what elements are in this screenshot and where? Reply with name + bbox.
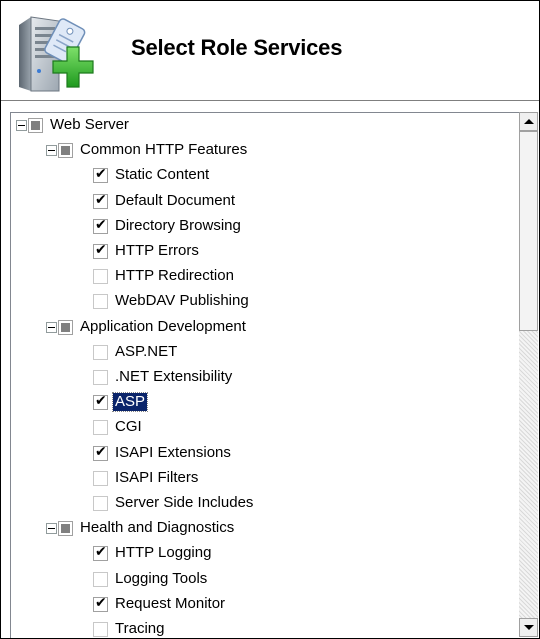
page-title: Select Role Services	[131, 35, 343, 60]
role-service-checkbox[interactable]	[93, 622, 108, 637]
tree-item-row[interactable]: Static Content	[11, 163, 516, 188]
tree-item-label: Tracing	[115, 620, 165, 637]
role-service-checkbox[interactable]	[58, 521, 73, 537]
tree-item-label: WebDAV Publishing	[115, 292, 249, 310]
tree-item-row[interactable]: HTTP Errors	[11, 239, 516, 264]
tree-item-label: Directory Browsing	[115, 216, 241, 234]
scroll-down-button[interactable]	[519, 618, 538, 637]
role-service-checkbox[interactable]	[58, 319, 73, 335]
role-service-checkbox[interactable]	[93, 242, 108, 259]
role-service-checkbox[interactable]	[93, 420, 108, 436]
tree-item-label: Logging Tools	[115, 569, 208, 587]
tree-item-label: HTTP Logging	[115, 544, 212, 562]
tree-item-label: Application Development	[80, 317, 246, 335]
tree-item-row[interactable]: ASP.NET	[11, 340, 516, 365]
tree-item-row[interactable]: Directory Browsing	[11, 214, 516, 239]
scroll-thumb[interactable]	[519, 131, 538, 331]
role-service-checkbox[interactable]	[93, 470, 108, 486]
tree-group-row[interactable]: Health and Diagnostics	[11, 516, 516, 541]
role-service-checkbox[interactable]	[93, 370, 108, 385]
tree-item-label: Web Server	[50, 116, 129, 133]
server-add-icon	[15, 11, 105, 95]
tree-item-row[interactable]: Request Monitor	[11, 592, 516, 617]
tree-item-label: Common HTTP Features	[80, 141, 248, 159]
role-service-checkbox[interactable]	[93, 496, 108, 511]
role-service-checkbox[interactable]	[93, 544, 108, 562]
role-service-checkbox[interactable]	[93, 192, 108, 209]
scroll-up-button[interactable]	[519, 112, 538, 131]
role-service-checkbox[interactable]	[93, 344, 108, 360]
tree-item-row[interactable]: WebDAV Publishing	[11, 289, 516, 314]
arrow-up-icon	[523, 119, 534, 124]
tree-item-row[interactable]: ASP	[11, 390, 516, 415]
tree-item-label: ASP	[111, 392, 149, 413]
role-service-checkbox[interactable]	[58, 143, 73, 159]
role-service-checkbox[interactable]	[93, 393, 108, 411]
tree-item-label: .NET Extensibility	[115, 368, 233, 385]
tree-item-label: HTTP Errors	[115, 242, 199, 259]
tree-item-row[interactable]: Logging Tools	[11, 567, 516, 592]
tree-group-row[interactable]: Common HTTP Features	[11, 138, 516, 163]
tree-item-label: ISAPI Extensions	[115, 443, 231, 461]
tree-item-row[interactable]: .NET Extensibility	[11, 365, 516, 390]
arrow-down-icon	[523, 625, 534, 630]
collapse-toggle-icon[interactable]	[16, 120, 27, 131]
tree-item-row[interactable]: ISAPI Filters	[11, 466, 516, 491]
collapse-toggle-icon[interactable]	[46, 145, 57, 157]
tree-group-row[interactable]: Web Server	[11, 113, 516, 138]
role-service-checkbox[interactable]	[93, 217, 108, 234]
tree-group-row[interactable]: Application Development	[11, 315, 516, 340]
tree-item-label: ISAPI Filters	[115, 468, 199, 486]
role-service-checkbox[interactable]	[28, 118, 43, 133]
tree-item-label: CGI	[115, 418, 142, 436]
tree-item-label: Static Content	[115, 166, 210, 184]
tree-item-label: ASP.NET	[115, 342, 178, 360]
tree-scrollbar[interactable]	[519, 112, 538, 637]
collapse-toggle-icon[interactable]	[46, 523, 57, 535]
role-service-checkbox[interactable]	[93, 571, 108, 587]
tree-item-label: Request Monitor	[115, 594, 226, 612]
tree-item-row[interactable]: Server Side Includes	[11, 491, 516, 516]
tree-item-row[interactable]: Default Document	[11, 189, 516, 214]
role-service-checkbox[interactable]	[93, 269, 108, 285]
tree-item-row[interactable]: HTTP Redirection	[11, 264, 516, 289]
role-services-tree[interactable]: Web Server Common HTTP Features Static Con…	[10, 112, 520, 638]
header-divider	[1, 100, 539, 101]
collapse-toggle-icon[interactable]	[46, 321, 57, 333]
tree-item-row[interactable]: CGI	[11, 415, 516, 440]
tree-item-row[interactable]: Tracing	[11, 617, 516, 638]
header: Select Role Services	[1, 1, 539, 100]
tree-item-label: HTTP Redirection	[115, 267, 234, 285]
tree-item-label: Default Document	[115, 191, 236, 209]
tree-item-label: Server Side Includes	[115, 494, 254, 511]
role-service-checkbox[interactable]	[93, 444, 108, 461]
tree-item-label: Health and Diagnostics	[80, 519, 235, 537]
tree-item-row[interactable]: ISAPI Extensions	[11, 441, 516, 466]
tree-item-row[interactable]: HTTP Logging	[11, 541, 516, 566]
role-service-checkbox[interactable]	[93, 294, 108, 310]
role-service-checkbox[interactable]	[93, 595, 108, 612]
role-service-checkbox[interactable]	[93, 166, 108, 184]
